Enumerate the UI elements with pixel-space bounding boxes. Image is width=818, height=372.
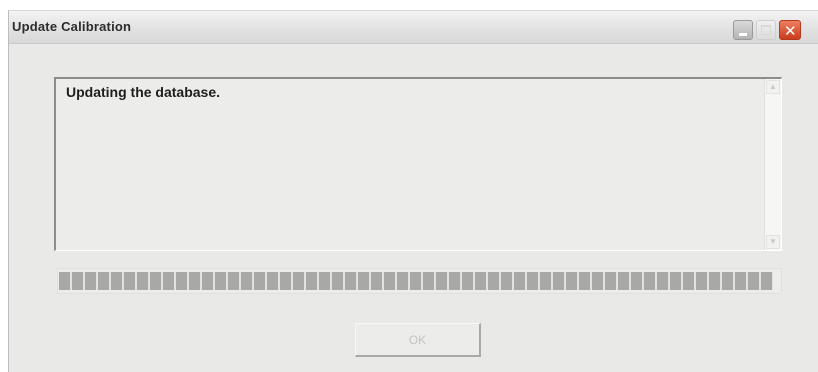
maximize-button: [756, 20, 776, 40]
scroll-up-button[interactable]: ▲: [766, 80, 780, 94]
message-box: Updating the database. ▲ ▼: [54, 77, 782, 251]
chevron-up-icon: ▲: [769, 82, 777, 91]
ok-button[interactable]: OK: [355, 323, 481, 357]
close-icon: ✕: [784, 22, 797, 40]
title-bar[interactable]: Update Calibration ✕: [9, 11, 818, 44]
status-message: Updating the database.: [66, 84, 221, 100]
chevron-down-icon: ▼: [769, 237, 777, 246]
maximize-icon: [761, 25, 771, 35]
message-scrollbar[interactable]: ▲ ▼: [764, 79, 781, 250]
progress-fill: [59, 272, 773, 290]
window-title: Update Calibration: [12, 19, 132, 34]
progress-bar: [57, 268, 782, 294]
update-calibration-dialog: Update Calibration ✕ Updating the databa…: [8, 10, 818, 372]
close-button[interactable]: ✕: [779, 20, 801, 40]
minimize-icon: [739, 33, 747, 36]
scroll-down-button[interactable]: ▼: [766, 235, 780, 249]
minimize-button[interactable]: [733, 20, 753, 40]
